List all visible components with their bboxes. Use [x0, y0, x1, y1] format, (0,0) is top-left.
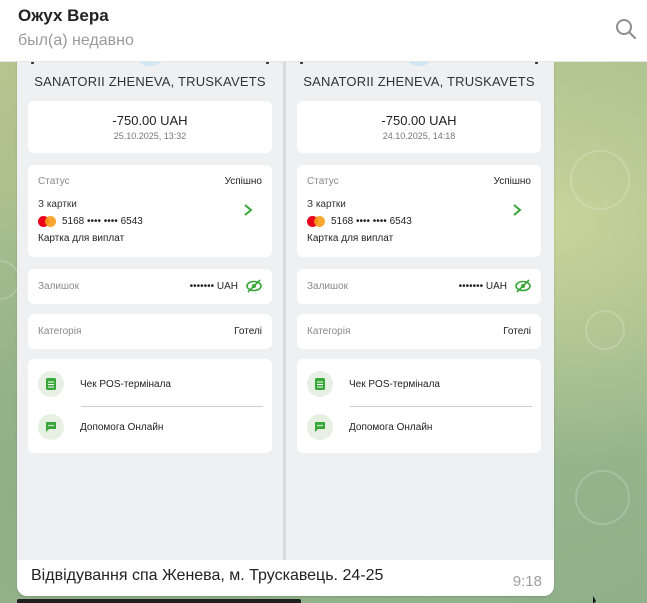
card-type: Картка для виплат: [38, 233, 125, 244]
mouse-cursor-icon: [593, 596, 596, 603]
mastercard-icon: [307, 216, 325, 227]
card-number-line: 5168 •••• •••• 6543: [307, 216, 412, 227]
divider: [81, 406, 263, 407]
message-photo[interactable]: SANATORII ZHENEVA, TRUSKAVETS -750.00 UA…: [17, 52, 554, 560]
online-help-label: Допомога Онлайн: [349, 421, 433, 433]
eye-off-icon: [246, 279, 262, 293]
category-card: Категорія Готелі: [297, 314, 541, 349]
status-value: Успішно: [224, 176, 262, 187]
chat-header: Ожух Вера был(а) недавно: [0, 0, 647, 62]
balance-card: Залишок ••••••• UAH: [28, 269, 272, 304]
amount-card: -750.00 UAH 25.10.2025, 13:32: [28, 101, 272, 153]
divider: [350, 406, 532, 407]
document-icon: [38, 371, 64, 397]
next-message-edge: [17, 599, 301, 603]
category-card: Категорія Готелі: [28, 314, 272, 349]
balance-value: ••••••• UAH: [189, 281, 238, 292]
status-label: Статус: [307, 176, 339, 187]
chat-title[interactable]: Ожух Вера: [18, 6, 109, 26]
amount-card: -750.00 UAH 24.10.2025, 14:18: [297, 101, 541, 153]
status-card: Статус Успішно З картки 5168 •••• •••• 6…: [28, 165, 272, 257]
eye-off-icon: [515, 279, 531, 293]
document-icon: [307, 371, 333, 397]
balance-label: Залишок: [38, 281, 79, 292]
category-value: Готелі: [503, 326, 531, 337]
status-value: Успішно: [493, 176, 531, 187]
category-value: Готелі: [234, 326, 262, 337]
chat-icon: [307, 414, 333, 440]
chat-icon: [38, 414, 64, 440]
category-label: Категорія: [307, 326, 351, 337]
actions-card: Чек POS-термінала Допомога Онлайн: [28, 359, 272, 453]
transaction-datetime: 24.10.2025, 14:18: [382, 131, 456, 141]
search-button[interactable]: [611, 14, 641, 44]
card-number: 5168 •••• •••• 6543: [331, 216, 412, 227]
from-card-label: З картки: [38, 199, 77, 210]
status-card: Статус Успішно З картки 5168 •••• •••• 6…: [297, 165, 541, 257]
mastercard-icon: [38, 216, 56, 227]
message-time: 9:18: [512, 573, 542, 590]
pos-receipt-action: Чек POS-термінала: [38, 371, 268, 397]
last-seen-status: был(а) недавно: [18, 32, 134, 49]
chevron-right-icon: [513, 204, 522, 216]
online-help-action: Допомога Онлайн: [307, 414, 537, 440]
pos-receipt-action: Чек POS-термінала: [307, 371, 537, 397]
merchant-name: SANATORII ZHENEVA, TRUSKAVETS: [34, 74, 266, 89]
receipt-screenshot: SANATORII ZHENEVA, TRUSKAVETS -750.00 UA…: [286, 52, 552, 560]
status-label: Статус: [38, 176, 70, 187]
pos-receipt-label: Чек POS-термінала: [349, 378, 440, 390]
message-caption[interactable]: Відвідування спа Женева, м. Трускавець. …: [31, 567, 383, 585]
message-bubble[interactable]: SANATORII ZHENEVA, TRUSKAVETS -750.00 UA…: [17, 52, 554, 596]
balance-value: ••••••• UAH: [458, 281, 507, 292]
search-icon: [616, 19, 636, 39]
online-help-label: Допомога Онлайн: [80, 421, 164, 433]
from-card-label: З картки: [307, 199, 346, 210]
pos-receipt-label: Чек POS-термінала: [80, 378, 171, 390]
chevron-right-icon: [244, 204, 253, 216]
merchant-name: SANATORII ZHENEVA, TRUSKAVETS: [303, 74, 535, 89]
amount: -750.00 UAH: [112, 113, 188, 128]
balance-label: Залишок: [307, 281, 348, 292]
receipt-screenshot: SANATORII ZHENEVA, TRUSKAVETS -750.00 UA…: [17, 52, 283, 560]
transaction-datetime: 25.10.2025, 13:32: [113, 131, 187, 141]
card-number-line: 5168 •••• •••• 6543: [38, 216, 143, 227]
online-help-action: Допомога Онлайн: [38, 414, 268, 440]
actions-card: Чек POS-термінала Допомога Онлайн: [297, 359, 541, 453]
card-number: 5168 •••• •••• 6543: [62, 216, 143, 227]
balance-card: Залишок ••••••• UAH: [297, 269, 541, 304]
category-label: Категорія: [38, 326, 82, 337]
card-type: Картка для виплат: [307, 233, 394, 244]
amount: -750.00 UAH: [381, 113, 457, 128]
